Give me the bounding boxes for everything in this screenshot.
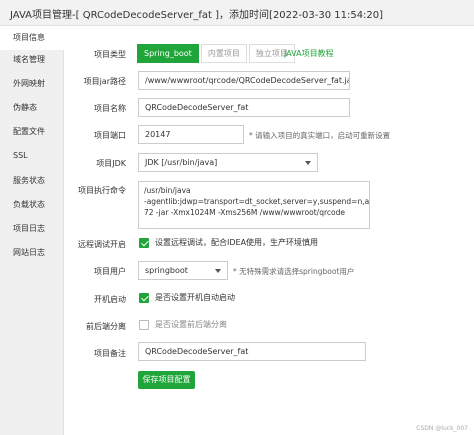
- jar-path-label: 项目jar路径: [83, 77, 126, 86]
- sidebar-item-config-file[interactable]: 配置文件: [0, 120, 64, 144]
- project-port-input[interactable]: 20147: [138, 125, 244, 144]
- project-port-label: 项目端口: [94, 131, 126, 140]
- window-title: JAVA项目管理-[ QRCodeDecodeServer_fat ]，添加时间…: [10, 10, 384, 21]
- sidebar-item-external-mapping[interactable]: 外网映射: [0, 72, 64, 96]
- project-name-input[interactable]: QRCodeDecodeServer_fat: [138, 98, 350, 117]
- sidebar-item-ssl[interactable]: SSL: [0, 144, 64, 168]
- project-port-hint: * 请输入项目的真实端口，启动可重新设置: [249, 131, 391, 140]
- chevron-down-icon: [215, 269, 221, 273]
- sidebar-item-site-log[interactable]: 网站日志: [0, 241, 64, 265]
- type-spring-boot-button[interactable]: Spring_boot: [137, 44, 199, 63]
- project-user-hint: * 无特殊需求请选择springboot用户: [233, 267, 355, 276]
- exec-command-label: 项目执行命令: [78, 186, 126, 195]
- sidebar-item-project-log[interactable]: 项目日志: [0, 217, 64, 241]
- project-note-label: 项目备注: [94, 349, 126, 358]
- sidebar-item-service-status[interactable]: 服务状态: [0, 169, 64, 193]
- jar-path-input[interactable]: /www/wwwroot/qrcode/QRCodeDecodeServer_f…: [138, 71, 350, 90]
- project-type-label: 项目类型: [94, 50, 126, 59]
- project-name-label: 项目名称: [94, 104, 126, 113]
- remote-debug-label: 远程调试开启: [78, 240, 126, 249]
- frontend-separation-text: 是否设置前后端分离: [155, 320, 227, 329]
- exec-command-line: -agentlib:jdwp=transport=dt_socket,serve…: [144, 197, 370, 206]
- java-tutorial-link[interactable]: JAVA项目教程: [284, 48, 334, 59]
- project-note-input[interactable]: QRCodeDecodeServer_fat: [138, 342, 366, 361]
- remote-debug-checkbox[interactable]: [139, 237, 149, 248]
- project-type-group: Spring_boot 内置项目 独立项目: [137, 44, 297, 63]
- autostart-text: 是否设置开机自动启动: [155, 293, 235, 302]
- frontend-separation-checkbox[interactable]: [139, 319, 149, 330]
- project-user-value: springboot: [145, 266, 188, 275]
- frontend-separation-label: 前后端分离: [86, 322, 126, 331]
- sidebar-item-rewrite[interactable]: 伪静态: [0, 96, 64, 120]
- exec-command-line: /usr/bin/java: [144, 186, 191, 195]
- project-user-select[interactable]: springboot: [138, 261, 228, 280]
- sidebar-item-domain-management[interactable]: 域名管理: [0, 48, 64, 72]
- remote-debug-text: 设置远程调试，配合IDEA使用，生产环境慎用: [155, 238, 319, 247]
- project-jdk-value: JDK [/usr/bin/java]: [145, 158, 218, 167]
- sidebar: 项目信息 域名管理 外网映射 伪静态 配置文件 SSL 服务状态 负载状态 项目…: [0, 26, 65, 435]
- project-user-label: 项目用户: [94, 267, 126, 276]
- save-project-config-button[interactable]: 保存项目配置: [138, 371, 195, 389]
- autostart-label: 开机启动: [94, 295, 126, 304]
- autostart-checkbox[interactable]: [139, 292, 149, 303]
- watermark: CSDN @luck_007: [416, 425, 468, 432]
- project-jdk-select[interactable]: JDK [/usr/bin/java]: [138, 153, 318, 172]
- autostart-row: 是否设置开机自动启动: [139, 292, 235, 303]
- project-jdk-label: 项目JDK: [96, 159, 126, 168]
- chevron-down-icon: [305, 161, 311, 165]
- exec-command-textarea[interactable]: /usr/bin/java -agentlib:jdwp=transport=d…: [138, 181, 370, 229]
- sidebar-item-project-info[interactable]: 项目信息: [0, 26, 65, 50]
- remote-debug-row: 设置远程调试，配合IDEA使用，生产环境慎用: [139, 237, 318, 248]
- frontend-separation-row: 是否设置前后端分离: [139, 319, 227, 330]
- type-builtin-button[interactable]: 内置项目: [200, 44, 247, 63]
- window-titlebar: JAVA项目管理-[ QRCodeDecodeServer_fat ]，添加时间…: [0, 0, 474, 26]
- sidebar-item-load-status[interactable]: 负载状态: [0, 193, 64, 217]
- exec-command-line: 72 -jar -Xmx1024M -Xms256M /www/wwwroot/…: [144, 208, 345, 217]
